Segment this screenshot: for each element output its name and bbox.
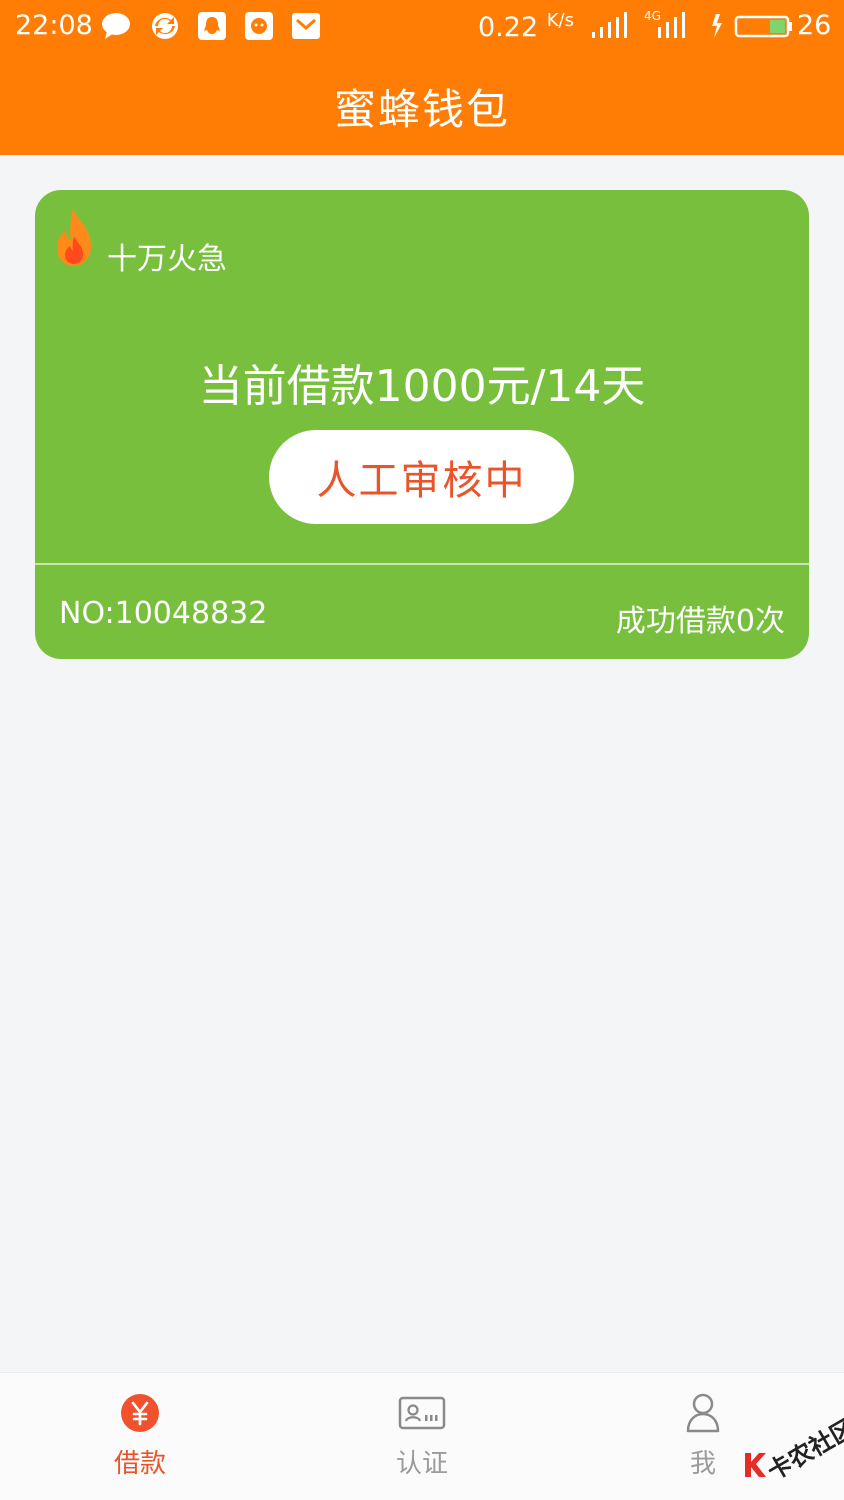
page-title: 蜜蜂钱包: [333, 85, 510, 134]
sync-icon: [152, 13, 178, 39]
app-header: 22:08 0.22 K/s 4G 26 蜜蜂钱包: [0, 0, 844, 155]
loan-card: 十万火急 当前借款1000元/14天 人工审核中 NO:10048832 成功借…: [35, 190, 809, 659]
status-time: 22:08: [15, 10, 93, 41]
app-icon: [245, 12, 273, 40]
flame-icon: [57, 208, 91, 266]
watermark-logo: 卡农社区: [740, 1408, 844, 1490]
urgent-tag-label: 十万火急: [107, 242, 227, 277]
id-card-icon: [398, 1396, 446, 1430]
loan-number: NO:10048832: [59, 596, 268, 631]
person-icon: [686, 1393, 720, 1433]
review-status-button[interactable]: 人工审核中: [269, 430, 574, 524]
status-bar: 22:08 0.22 K/s 4G 26: [0, 0, 844, 54]
tab-loan-label: 借款: [113, 1449, 166, 1479]
signal-icon: [592, 12, 627, 38]
tab-verify-label: 认证: [395, 1449, 448, 1479]
mail-icon: [292, 13, 320, 39]
tab-loan[interactable]: 借款: [60, 1373, 220, 1500]
message-bubble-icon: [102, 13, 130, 39]
signal-4g-icon: [658, 12, 685, 38]
bottom-tab-bar: 借款 认证 我: [0, 1372, 844, 1500]
net-speed: 0.22 K/s: [478, 10, 574, 43]
card-divider: [35, 563, 809, 565]
tab-verify[interactable]: 认证: [342, 1373, 502, 1500]
qq-icon: [198, 12, 226, 40]
battery-level: 26: [797, 10, 832, 41]
yuan-coin-icon: [121, 1394, 159, 1432]
success-loan-count: 成功借款0次: [615, 604, 785, 639]
watermark-text: 卡农社区: [762, 1413, 844, 1486]
battery-icon: [712, 14, 792, 38]
loan-amount: 当前借款1000元/14天: [198, 361, 646, 412]
